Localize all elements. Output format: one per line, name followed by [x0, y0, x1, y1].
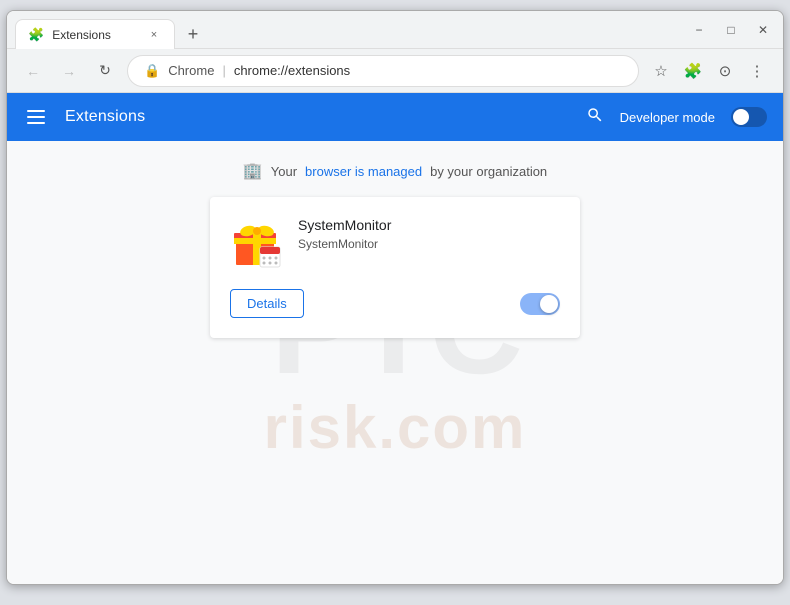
url-separator: | [222, 63, 225, 78]
extension-enable-toggle[interactable] [520, 293, 560, 315]
developer-mode-label: Developer mode [620, 110, 715, 125]
forward-button[interactable]: → [55, 57, 83, 85]
extension-card-footer: Details [230, 289, 560, 318]
header-right: Developer mode [586, 106, 767, 129]
extension-card: SystemMonitor SystemMonitor Details [210, 197, 580, 338]
refresh-button[interactable]: ↻ [91, 57, 119, 85]
chrome-label: Chrome [168, 63, 214, 78]
url-text: chrome://extensions [234, 63, 350, 78]
extension-info: SystemMonitor SystemMonitor [298, 217, 560, 251]
extensions-content: PTC risk.com 🏢 Your browser is managed b… [7, 141, 783, 584]
maximize-button[interactable]: □ [719, 18, 743, 42]
title-bar: 🧩 Extensions × + − □ ✕ [7, 11, 783, 49]
profile-button[interactable]: ⊙ [711, 57, 739, 85]
managed-text-after: by your organization [430, 164, 547, 179]
extensions-header: Extensions Developer mode [7, 93, 783, 141]
bookmark-button[interactable]: ☆ [647, 57, 675, 85]
tab-close-btn[interactable]: × [146, 27, 162, 43]
menu-button[interactable]: ⋮ [743, 57, 771, 85]
tab-label: Extensions [52, 28, 111, 42]
watermark-bottom: risk.com [264, 393, 527, 462]
browser-window: 🧩 Extensions × + − □ ✕ ← → ↻ 🔒 Chrome | … [6, 10, 784, 585]
managed-link[interactable]: browser is managed [305, 164, 422, 179]
lock-icon: 🔒 [144, 63, 160, 79]
managed-text-before: Your [271, 164, 297, 179]
extensions-button[interactable]: 🧩 [679, 57, 707, 85]
close-button[interactable]: ✕ [751, 18, 775, 42]
toggle-thumb [733, 109, 749, 125]
page-title: Extensions [65, 108, 145, 126]
extension-card-header: SystemMonitor SystemMonitor [230, 217, 560, 269]
tab-extension-icon: 🧩 [28, 27, 44, 43]
managed-notice: 🏢 Your browser is managed by your organi… [27, 161, 763, 181]
active-tab[interactable]: 🧩 Extensions × [15, 19, 175, 49]
extension-toggle-thumb [540, 295, 558, 313]
new-tab-button[interactable]: + [179, 20, 207, 48]
address-actions: ☆ 🧩 ⊙ ⋮ [647, 57, 771, 85]
details-button[interactable]: Details [230, 289, 304, 318]
developer-mode-toggle[interactable] [731, 107, 767, 127]
tabs-area: 🧩 Extensions × + [15, 11, 675, 48]
address-input[interactable]: 🔒 Chrome | chrome://extensions [127, 55, 639, 87]
minimize-button[interactable]: − [687, 18, 711, 42]
extension-icon [230, 217, 282, 269]
extension-description: SystemMonitor [298, 237, 560, 251]
search-button[interactable] [586, 106, 604, 129]
address-bar: ← → ↻ 🔒 Chrome | chrome://extensions ☆ 🧩… [7, 49, 783, 93]
building-icon: 🏢 [243, 161, 263, 181]
back-button[interactable]: ← [19, 57, 47, 85]
extension-name: SystemMonitor [298, 217, 560, 233]
window-controls: − □ ✕ [687, 18, 775, 42]
sidebar-toggle-button[interactable] [23, 106, 49, 128]
extension-icon-svg [230, 217, 282, 269]
